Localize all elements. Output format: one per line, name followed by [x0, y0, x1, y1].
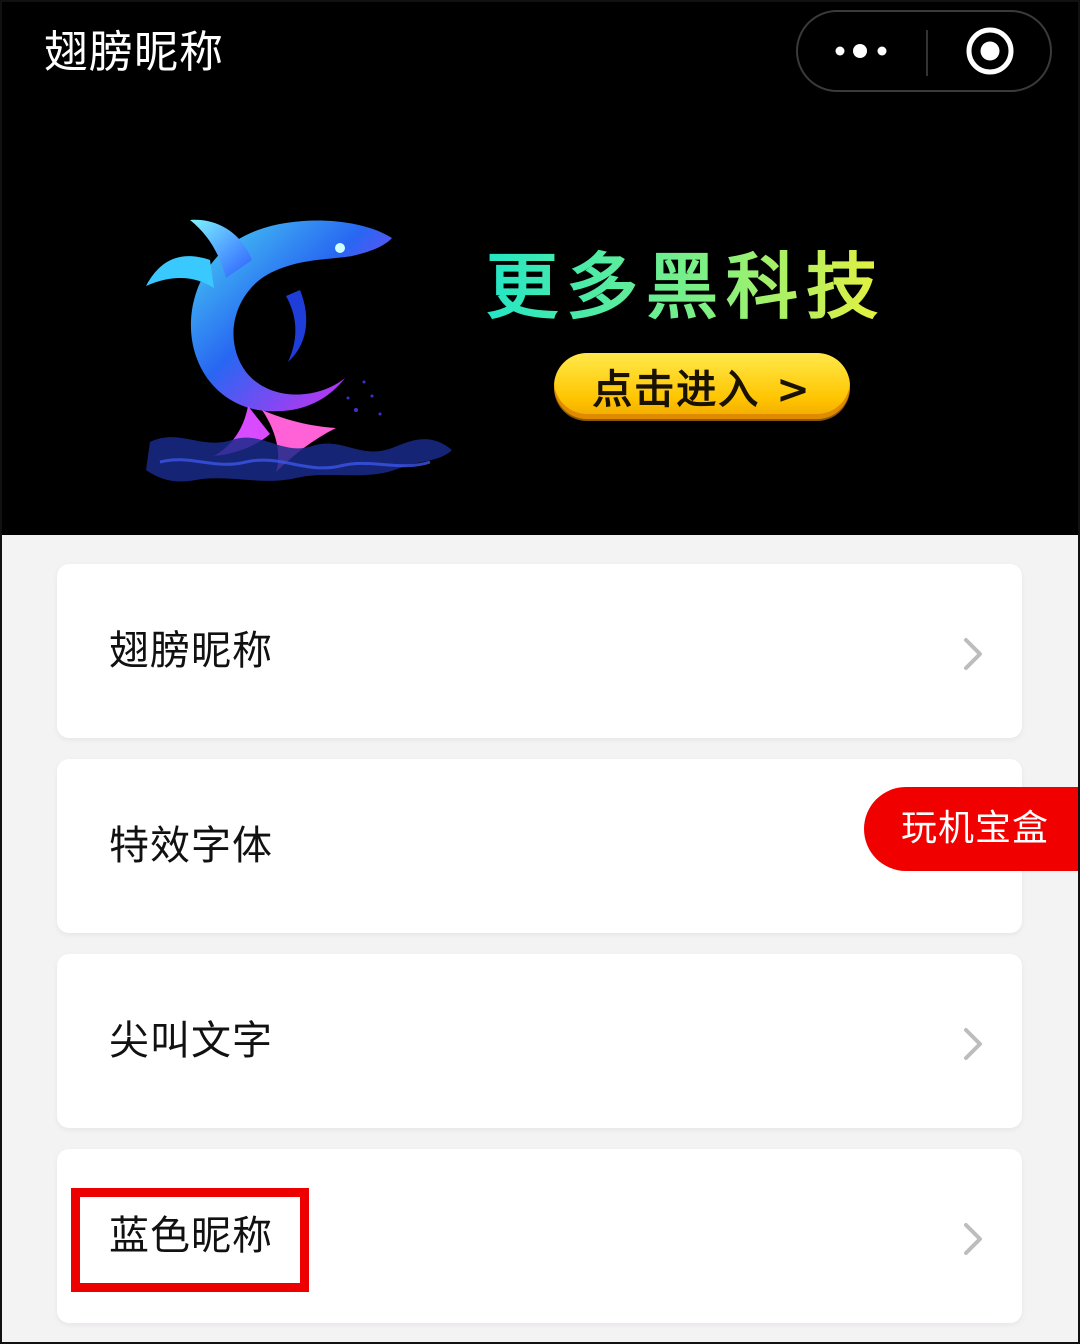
menu-item-label: 翅膀昵称 — [109, 628, 273, 674]
miniprogram-close-icon — [966, 27, 1014, 75]
chevron-right-icon — [964, 1223, 982, 1255]
dolphin-illustration — [146, 219, 452, 482]
menu-item-label: 特效字体 — [109, 823, 273, 869]
menu-item-label: 尖叫文字 — [109, 1018, 273, 1064]
menu-item-wing-nickname[interactable]: 翅膀昵称 — [57, 564, 1022, 738]
toolbox-float-button[interactable]: 玩机宝盒 — [864, 787, 1080, 871]
promo-banner[interactable]: 更多黑科技 点击进入 > — [0, 110, 1080, 535]
chevron-right-icon — [964, 638, 982, 670]
highlight-annotation-box — [71, 1188, 309, 1292]
capsule-menu — [796, 10, 1052, 92]
banner-enter-button[interactable]: 点击进入 > — [554, 353, 850, 419]
close-button[interactable] — [928, 12, 1052, 90]
more-button[interactable] — [798, 12, 926, 90]
banner-headline: 更多黑科技 — [486, 242, 886, 332]
more-dots-icon — [835, 44, 887, 58]
header-bar: 翅膀昵称 更多黑科技 点击进入 > — [0, 0, 1080, 535]
chevron-right-icon — [964, 1028, 982, 1060]
menu-item-scream-text[interactable]: 尖叫文字 — [57, 954, 1022, 1128]
page-title: 翅膀昵称 — [44, 27, 224, 78]
